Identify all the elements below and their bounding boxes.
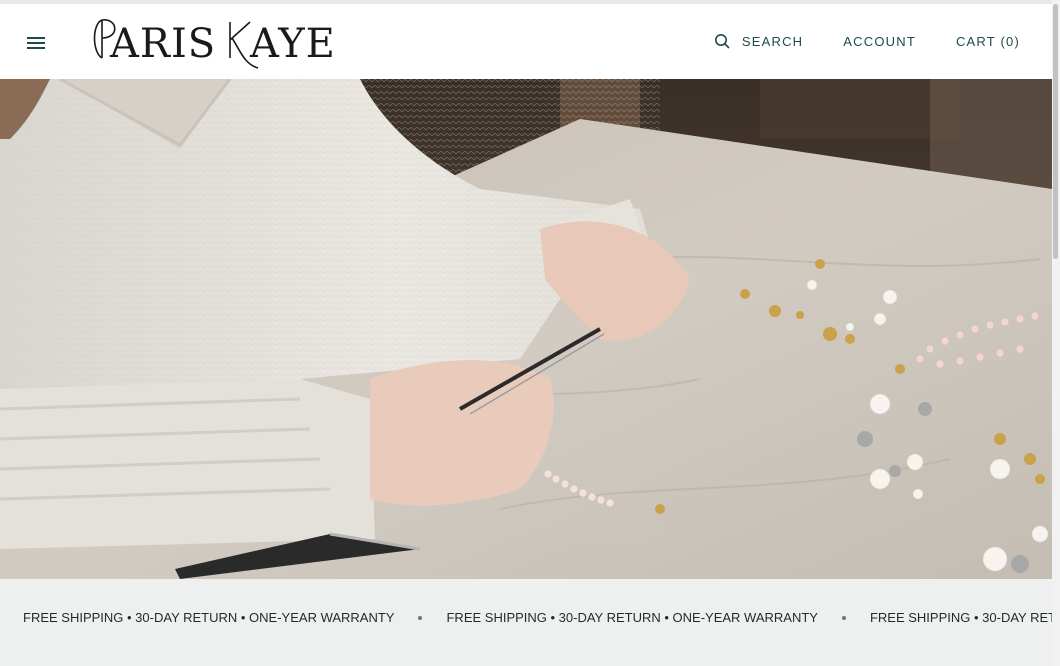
brand-logo[interactable]: ARIS AYE [90,12,340,72]
hamburger-menu-icon[interactable] [27,37,45,49]
search-label: SEARCH [741,33,804,49]
hero-illustration [0,79,1052,579]
logo-wordmark: ARIS AYE [93,19,336,69]
announcement-message: FREE SHIPPING • 30-DAY RETURN • ONE-YEAR… [869,610,1052,625]
search-icon [714,34,730,49]
separator-dot [418,615,423,620]
announcement-bar: FREE SHIPPING • 30-DAY RETURN • ONE-YEAR… [0,579,1052,666]
separator-dot [841,615,846,620]
search-link[interactable]: SEARCH [714,33,803,49]
page: ARIS AYE SEARCH ACCOUNT CART (0) FREE SH… [0,0,1060,666]
account-label: ACCOUNT [843,33,916,49]
svg-text:AYE: AYE [249,21,336,67]
cart-link[interactable]: CART (0) [956,34,1020,49]
site-header: ARIS AYE SEARCH ACCOUNT CART (0) [0,4,1052,79]
hero-image [0,79,1052,579]
announcement-message: FREE SHIPPING • 30-DAY RETURN • ONE-YEAR… [23,610,395,625]
main-nav: SEARCH ACCOUNT CART (0) [714,33,1020,49]
page-scrollbar[interactable] [1052,0,1060,666]
scrollbar-thumb[interactable] [1053,4,1058,259]
svg-text:ARIS: ARIS [109,21,216,67]
announcement-track: FREE SHIPPING • 30-DAY RETURN • ONE-YEAR… [23,610,1052,625]
cart-label: CART (0) [955,33,1020,49]
announcement-message: FREE SHIPPING • 30-DAY RETURN • ONE-YEAR… [446,610,818,625]
account-link[interactable]: ACCOUNT [843,34,916,49]
